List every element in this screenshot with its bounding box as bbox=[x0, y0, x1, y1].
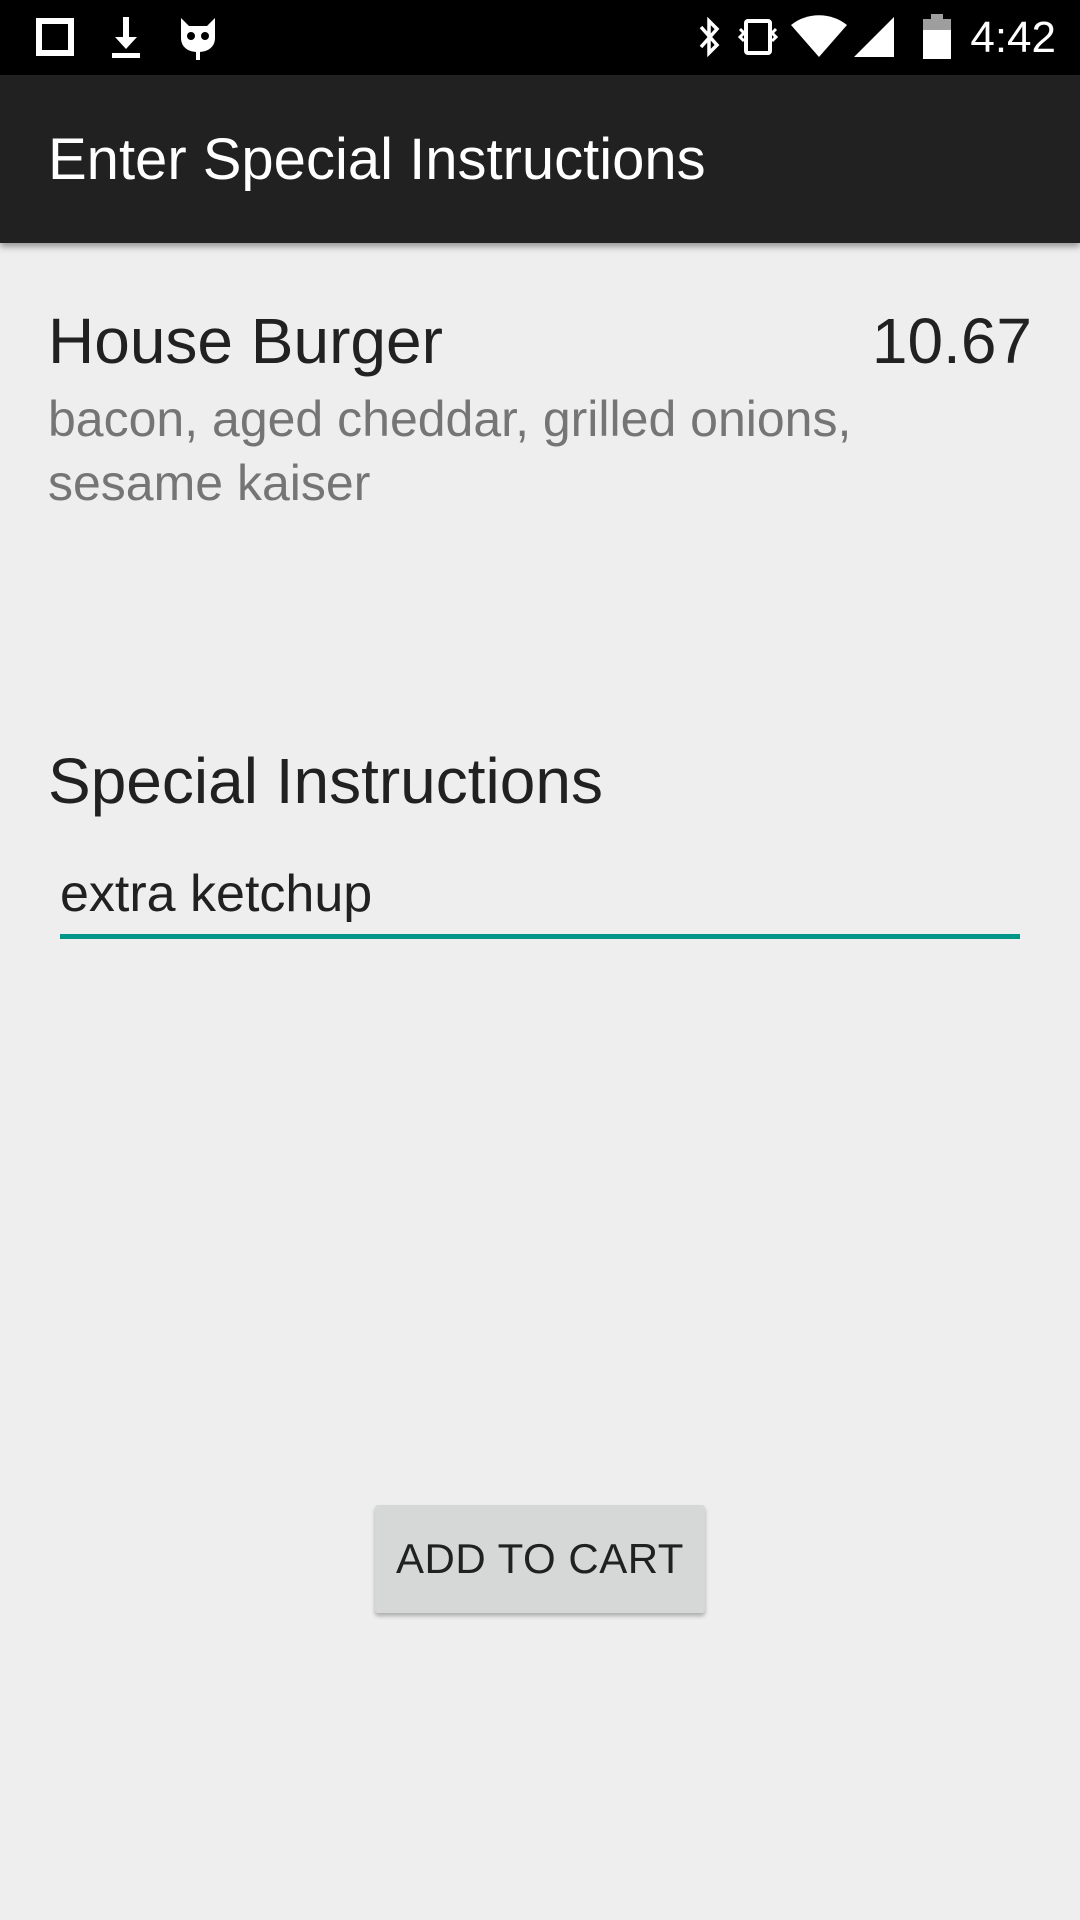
special-instructions-label: Special Instructions bbox=[48, 745, 603, 817]
special-instructions-input[interactable] bbox=[60, 853, 1020, 939]
vibrate-icon bbox=[738, 12, 778, 62]
item-name: House Burger bbox=[48, 305, 443, 377]
bluetooth-icon bbox=[694, 12, 724, 62]
app-bar: Enter Special Instructions bbox=[0, 75, 1080, 243]
item-price: 10.67 bbox=[871, 305, 1032, 377]
battery-icon bbox=[920, 12, 954, 62]
wifi-icon bbox=[790, 12, 848, 62]
download-icon bbox=[105, 12, 147, 62]
cyanogen-bug-icon bbox=[174, 12, 222, 62]
page-title: Enter Special Instructions bbox=[48, 127, 706, 192]
square-notification-icon bbox=[34, 12, 76, 62]
cell-signal-icon bbox=[852, 12, 898, 62]
status-time: 4:42 bbox=[970, 13, 1056, 62]
item-description: bacon, aged cheddar, grilled onions, ses… bbox=[48, 391, 852, 511]
add-to-cart-button[interactable]: ADD TO CART bbox=[375, 1505, 705, 1613]
status-bar: 4:42 bbox=[0, 0, 1080, 75]
main-content: House Burger 10.67 bacon, aged cheddar, … bbox=[0, 243, 1080, 1920]
